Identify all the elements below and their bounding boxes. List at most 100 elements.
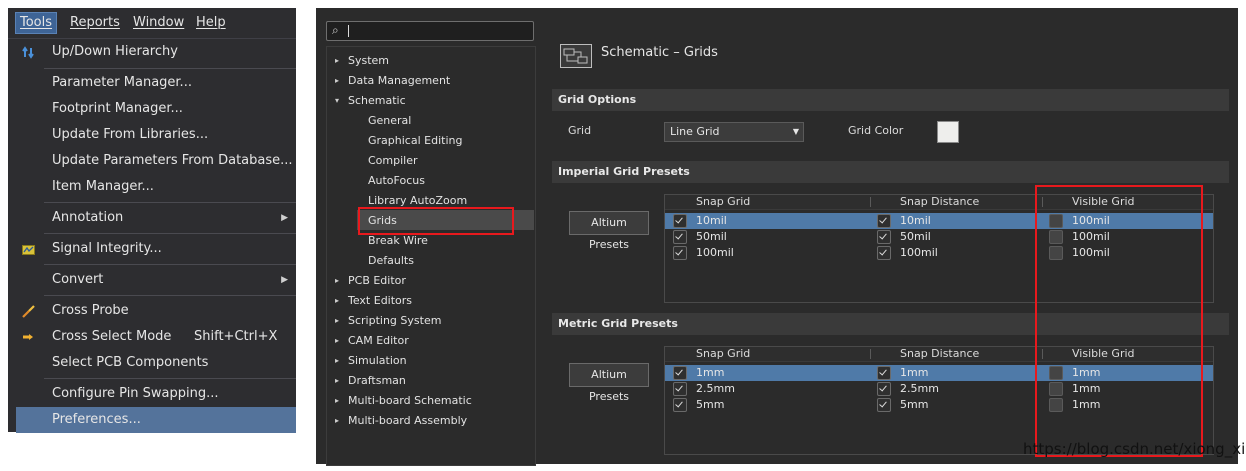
menu-item-up-down-hierarchy[interactable]: Up/Down Hierarchy [16,39,296,65]
menu-item-annotation[interactable]: Annotation ▶ [16,205,296,231]
menu-item-select-pcb-components[interactable]: Select PCB Components [16,350,296,376]
snap-grid-value: 100mil [696,246,734,259]
menu-item-label: Update Parameters From Database... [52,153,293,168]
menu-divider [44,295,296,296]
section-grid-options: Grid Options [552,89,1229,111]
tree-node-label: Data Management [348,74,451,87]
expand-arrow-icon[interactable]: ▸ [335,331,345,351]
menu-item-update-from-libraries[interactable]: Update From Libraries... [16,122,296,148]
menubar-reports[interactable]: Reports [66,13,124,33]
expand-arrow-icon[interactable]: ▸ [335,371,345,391]
grid-type-value: Line Grid [670,125,720,138]
section-heading: Imperial Grid Presets [558,165,690,178]
snap-distance-checkbox[interactable] [877,246,891,260]
menu-item-label: Convert [52,272,104,287]
tree-node-label: Multi-board Assembly [348,414,468,427]
tree-node-label: PCB Editor [348,274,406,287]
menu-item-label: Cross Probe [52,303,129,318]
grid-color-label: Grid Color [848,124,904,137]
snap-grid-value: 5mm [696,398,725,411]
expand-arrow-icon[interactable]: ▸ [335,411,345,431]
metric-altium-presets-button[interactable]: Altium Presets [569,363,649,403]
tree-node-defaults[interactable]: Defaults [368,251,414,271]
snap-distance-checkbox[interactable] [877,230,891,244]
tree-node-autofocus[interactable]: AutoFocus [368,171,425,191]
tree-node-label: System [348,54,390,67]
tree-node-label: Library AutoZoom [368,194,468,207]
tree-node-label: CAM Editor [348,334,409,347]
schematic-sheet-icon [560,44,592,68]
menu-divider [44,264,296,265]
menu-item-cross-probe[interactable]: Cross Probe [16,298,296,324]
menu-bar: Tools Reports Window Help [8,8,296,39]
collapse-arrow-icon[interactable]: ▾ [335,91,345,111]
tree-node-compiler[interactable]: Compiler [368,151,418,171]
menu-item-label: Item Manager... [52,179,154,194]
snap-distance-checkbox[interactable] [877,382,891,396]
tree-node-label: Break Wire [368,234,428,247]
expand-arrow-icon[interactable]: ▸ [335,311,345,331]
menu-item-label: Update From Libraries... [52,127,209,142]
expand-arrow-icon[interactable]: ▸ [335,271,345,291]
snap-distance-value: 100mil [900,246,938,259]
signal-integrity-icon [22,245,35,255]
col-snap-grid: Snap Grid [696,195,751,208]
snap-distance-checkbox[interactable] [877,398,891,412]
snap-distance-checkbox[interactable] [877,366,891,380]
menubar-help[interactable]: Help [192,13,230,33]
menu-item-cross-select-mode[interactable]: Cross Select Mode Shift+Ctrl+X [16,324,296,350]
expand-arrow-icon[interactable]: ▸ [335,291,345,311]
menu-item-parameter-manager[interactable]: Parameter Manager... [16,70,296,96]
section-imperial-presets: Imperial Grid Presets [552,161,1229,183]
menu-divider [44,202,296,203]
grid-color-swatch[interactable] [937,121,959,143]
menu-item-convert[interactable]: Convert ▶ [16,267,296,293]
menu-item-label: Up/Down Hierarchy [52,44,178,59]
snap-grid-value: 1mm [696,366,725,379]
tree-node-graphical-editing[interactable]: Graphical Editing [368,131,462,151]
menu-item-footprint-manager[interactable]: Footprint Manager... [16,96,296,122]
cross-probe-icon [22,305,35,318]
menu-item-label: Signal Integrity... [52,241,162,256]
tree-node-general[interactable]: General [368,111,411,131]
visible-grid-highlight-box [1035,185,1203,457]
snap-distance-value: 2.5mm [900,382,939,395]
snap-grid-checkbox[interactable] [673,230,687,244]
snap-distance-value: 50mil [900,230,931,243]
menu-item-update-parameters-db[interactable]: Update Parameters From Database... [16,148,296,174]
menu-item-signal-integrity[interactable]: Signal Integrity... [16,236,296,262]
expand-arrow-icon[interactable]: ▸ [335,51,345,71]
grid-type-select[interactable]: Line Grid ▼ [664,122,804,142]
snap-distance-checkbox[interactable] [877,214,891,228]
menubar-window[interactable]: Window [129,13,188,33]
snap-grid-checkbox[interactable] [673,398,687,412]
tree-node-label: Text Editors [348,294,413,307]
menubar-tools[interactable]: Tools [14,12,58,34]
expand-arrow-icon[interactable]: ▸ [335,391,345,411]
submenu-arrow-icon: ▶ [281,275,288,285]
imperial-altium-presets-button[interactable]: Altium Presets [569,211,649,251]
snap-grid-checkbox[interactable] [673,366,687,380]
menu-item-shortcut: Shift+Ctrl+X [194,329,278,344]
expand-arrow-icon[interactable]: ▸ [335,71,345,91]
tree-node-label: AutoFocus [368,174,425,187]
expand-arrow-icon[interactable]: ▸ [335,351,345,371]
menu-item-label: Footprint Manager... [52,101,183,116]
chevron-down-icon: ▼ [792,127,799,136]
snap-distance-value: 10mil [900,214,931,227]
snap-grid-checkbox[interactable] [673,382,687,396]
menu-item-preferences[interactable]: Preferences... [16,407,296,433]
tree-search-input[interactable]: ⌕ [326,21,534,41]
menu-item-configure-pin-swapping[interactable]: Configure Pin Swapping... [16,381,296,407]
snap-grid-checkbox[interactable] [673,246,687,260]
section-heading: Grid Options [558,93,637,106]
snap-grid-value: 50mil [696,230,727,243]
cross-select-icon [23,334,33,340]
snap-grid-checkbox[interactable] [673,214,687,228]
snap-grid-value: 2.5mm [696,382,735,395]
grid-label: Grid [568,124,592,137]
search-icon: ⌕ [332,23,339,37]
tree-node-label: Schematic [348,94,406,107]
menu-item-item-manager[interactable]: Item Manager... [16,174,296,200]
col-snap-distance: Snap Distance [900,347,980,360]
